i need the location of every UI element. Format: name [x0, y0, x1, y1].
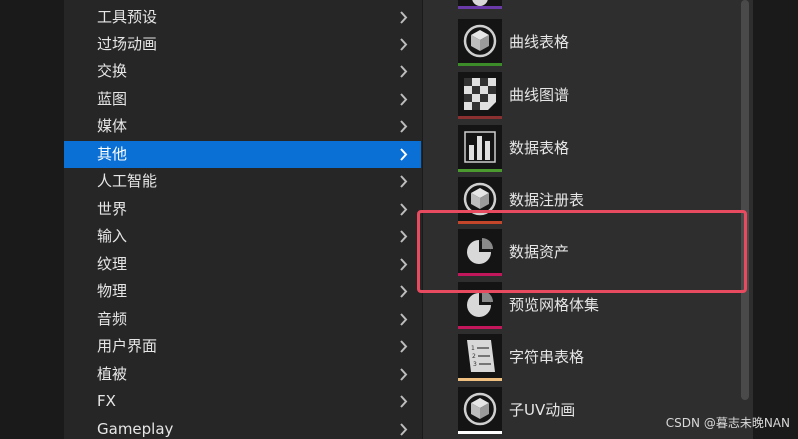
category-item-blueprint[interactable]: 蓝图 [64, 86, 421, 113]
svg-text:3: 3 [473, 361, 477, 368]
category-label: 世界 [97, 200, 128, 218]
asset-thumbnail [458, 19, 502, 63]
category-label: 用户界面 [97, 337, 158, 355]
cube-icon [463, 24, 497, 58]
category-item-textures[interactable]: 纹理 [64, 251, 421, 278]
category-label: 过场动画 [97, 35, 158, 53]
category-item-gameplay[interactable]: Gameplay [64, 416, 421, 439]
category-label: 输入 [97, 227, 128, 245]
chevron-right-icon [400, 340, 408, 353]
scrollbar-thumb[interactable] [741, 0, 749, 400]
chevron-right-icon [400, 120, 408, 133]
chevron-right-icon [400, 313, 408, 326]
right-dark-edge [753, 0, 798, 439]
asset-type-stripe [458, 169, 502, 172]
chevron-right-icon [400, 395, 408, 408]
category-label: 媒体 [97, 117, 128, 135]
category-label: 物理 [97, 282, 128, 300]
category-item-physics[interactable]: 物理 [64, 278, 421, 305]
category-item-world[interactable]: 世界 [64, 196, 421, 223]
asset-type-stripe [458, 6, 502, 9]
watermark: CSDN @暮志未晚NAN [665, 416, 790, 430]
asset-type-stripe [458, 378, 502, 381]
asset-type-stripe [458, 326, 502, 329]
asset-type-stripe [458, 431, 502, 434]
asset-label: 曲线表格 [509, 33, 570, 51]
chevron-right-icon [400, 175, 408, 188]
asset-thumbnail [458, 72, 502, 116]
category-item-fx[interactable]: FX [64, 388, 421, 415]
asset-thumbnail [458, 387, 502, 431]
category-item-miscellaneous[interactable]: 其他 [64, 141, 421, 168]
left-dark-strip [0, 0, 64, 439]
category-item-foliage[interactable]: 植被 [64, 361, 421, 388]
asset-label: 曲线图谱 [509, 86, 570, 104]
chevron-right-icon [400, 11, 408, 24]
chevron-right-icon [400, 258, 408, 271]
category-label: 植被 [97, 365, 128, 383]
asset-item-curve-atlas[interactable]: 曲线图谱 [423, 72, 743, 124]
category-label: Gameplay [97, 420, 174, 438]
chevron-right-icon [400, 285, 408, 298]
chevron-right-icon [400, 93, 408, 106]
asset-item-partial[interactable] [423, 0, 743, 14]
chevron-right-icon [400, 65, 408, 78]
asset-item-sub-uv-animation[interactable]: 子UV动画 [423, 387, 743, 439]
category-item-input[interactable]: 输入 [64, 223, 421, 250]
editor-root: 工具预设 过场动画 交换 蓝图 媒体 其他 人工智能 世界 输入 纹理 物理 音… [0, 0, 798, 439]
chevron-right-icon [400, 230, 408, 243]
category-label: 工具预设 [97, 8, 158, 26]
category-menu: 工具预设 过场动画 交换 蓝图 媒体 其他 人工智能 世界 输入 纹理 物理 音… [64, 0, 423, 439]
category-item-cinematics[interactable]: 过场动画 [64, 31, 421, 58]
asset-thumbnail: 1 2 3 [458, 334, 502, 378]
asset-label: 预览网格体集 [509, 296, 600, 314]
category-label: 其他 [97, 145, 128, 163]
asset-label: 数据注册表 [509, 191, 585, 209]
category-item-user-interface[interactable]: 用户界面 [64, 333, 421, 360]
category-label: 音频 [97, 310, 128, 328]
asset-type-stripe [458, 116, 502, 119]
checker-icon [464, 78, 496, 110]
asset-item-string-table[interactable]: 1 2 3 字符串表格 [423, 334, 743, 386]
category-label: 纹理 [97, 255, 128, 273]
asset-label: 数据表格 [509, 139, 570, 157]
chevron-right-icon [400, 368, 408, 381]
asset-label: 字符串表格 [509, 348, 585, 366]
category-item-audio[interactable]: 音频 [64, 306, 421, 333]
chevron-right-icon [400, 423, 408, 436]
bar-chart-icon [464, 131, 496, 163]
svg-text:2: 2 [472, 353, 476, 360]
chevron-right-icon [400, 38, 408, 51]
category-item-media[interactable]: 媒体 [64, 113, 421, 140]
asset-item-curve-table[interactable]: 曲线表格 [423, 19, 743, 71]
document-list-icon: 1 2 3 [467, 340, 495, 372]
svg-text:1: 1 [471, 345, 475, 352]
category-item-ai[interactable]: 人工智能 [64, 168, 421, 195]
category-item-interchange[interactable]: 交换 [64, 58, 421, 85]
category-label: 交换 [97, 62, 128, 80]
category-label: 蓝图 [97, 90, 128, 108]
category-label: FX [97, 392, 116, 410]
category-item-tool-presets[interactable]: 工具预设 [64, 4, 421, 31]
asset-type-stripe [458, 63, 502, 66]
chevron-right-icon [400, 203, 408, 216]
asset-item-data-table[interactable]: 数据表格 [423, 125, 743, 177]
asset-label: 子UV动画 [509, 401, 576, 419]
cube-icon [463, 392, 497, 426]
category-label: 人工智能 [97, 172, 158, 190]
annotation-highlight-box [417, 210, 747, 293]
chevron-right-icon [400, 148, 408, 161]
asset-thumbnail [458, 125, 502, 169]
